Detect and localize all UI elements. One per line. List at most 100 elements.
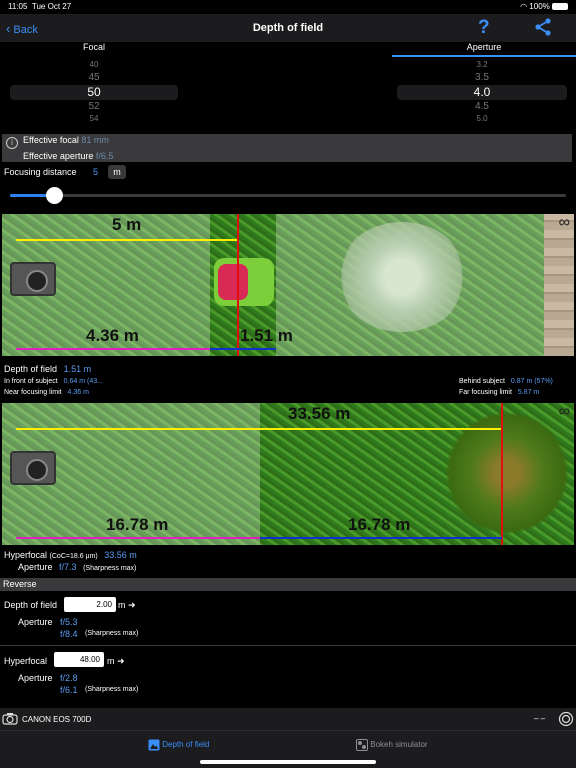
- aperture-label: Aperture: [18, 562, 53, 572]
- near-limit-line: [16, 537, 262, 539]
- focal-picker-row[interactable]: 45: [10, 72, 178, 83]
- status-battery: ◠ 100%: [520, 2, 568, 11]
- hyperfocal-summary: Hyperfocal (CoC=18.6 µm) 33.56 m: [4, 550, 137, 560]
- tab-bokeh-simulator[interactable]: Bokeh simulator: [356, 739, 428, 751]
- aperture-value: f/7.3: [59, 562, 77, 572]
- infinity-icon: ∞: [558, 403, 570, 420]
- reverse-hyperfocal-aperture-label: Aperture: [18, 673, 53, 683]
- reverse-dof-aperture-label: Aperture: [18, 617, 53, 627]
- tab-focal[interactable]: Focal: [0, 42, 188, 56]
- share-icon: [535, 18, 551, 36]
- far-limit: Far focusing limit 5.87 m: [459, 389, 539, 396]
- focusing-distance-value[interactable]: 5: [93, 167, 98, 177]
- landscape-icon: [148, 739, 160, 751]
- tab-depth-of-field[interactable]: Depth of field: [148, 739, 209, 751]
- reverse-hyperfocal-aperture-2: f/6.1: [60, 685, 78, 695]
- tree-image: [337, 222, 467, 332]
- dof-range-line: [260, 537, 502, 539]
- dof-value: 1.51 m: [63, 364, 92, 374]
- reverse-dof-sharpness: (Sharpness max): [85, 630, 139, 637]
- hyperfocal-distance-label: 33.56 m: [288, 404, 351, 423]
- near-limit-value: 4.36 m: [67, 389, 89, 396]
- reverse-hyperfocal-input[interactable]: 48.00: [54, 652, 104, 667]
- hyperfocal-aperture: Aperture f/7.3 (Sharpness max): [18, 562, 136, 572]
- navigation-bar: ‹ Back Depth of field ?: [0, 14, 576, 42]
- effective-focal-label: Effective focal: [23, 135, 79, 145]
- battery-icon: [552, 3, 568, 11]
- reverse-hyperfocal-sharpness: (Sharpness max): [85, 686, 139, 693]
- reverse-hyperfocal-aperture-1: f/2.8: [60, 673, 78, 683]
- front-label: In front of subject: [4, 378, 58, 385]
- front-value: 0.64 m (43...: [63, 378, 103, 385]
- reverse-dof-label: Depth of field: [4, 600, 58, 610]
- share-button[interactable]: [534, 18, 552, 41]
- near-limit: Near focusing limit 4.36 m: [4, 389, 89, 396]
- status-bar: 11:05 Tue Oct 27 ◠ 100%: [0, 0, 576, 14]
- wifi-icon: ◠: [520, 2, 528, 11]
- focusing-slider-thumb[interactable]: [46, 187, 64, 204]
- aperture-picker-selected[interactable]: 4.0: [397, 85, 567, 100]
- divider: [0, 645, 576, 646]
- hyperfocal-label: Hyperfocal: [4, 550, 48, 560]
- dof-label: Depth of field: [4, 364, 58, 374]
- near-limit-label: Near focusing limit: [4, 389, 62, 396]
- lens-icon[interactable]: [558, 711, 574, 727]
- distance-line: [16, 239, 238, 241]
- reverse-dof-aperture-2: f/8.4: [60, 629, 78, 639]
- wall-image: [544, 214, 574, 356]
- camera-bar[interactable]: CANON EOS 700D – –: [0, 708, 576, 730]
- focal-picker[interactable]: 40 45 50 52 54: [10, 58, 178, 124]
- effective-info-panel: i Effective focal 81 mm Effective apertu…: [2, 134, 572, 162]
- aperture-picker-row[interactable]: 5.0: [397, 114, 567, 123]
- near-distance-label: 4.36 m: [86, 326, 139, 345]
- reverse-dof-input[interactable]: 2.00: [64, 597, 116, 612]
- hyperfocal-line: [16, 428, 502, 430]
- focusing-distance-unit[interactable]: m: [108, 165, 126, 179]
- focal-picker-row[interactable]: 40: [10, 60, 178, 69]
- aperture-picker-row[interactable]: 4.5: [397, 101, 567, 112]
- bokeh-icon: [356, 739, 368, 751]
- question-icon: ?: [478, 17, 490, 38]
- hyperfocal-scene: ∞ 33.56 m 16.78 m 16.78 m: [2, 403, 574, 545]
- behind-subject: Behind subject 0.87 m (57%): [459, 378, 553, 385]
- aperture-picker-row[interactable]: 3.2: [397, 60, 567, 69]
- effective-focal-value: 81 mm: [81, 135, 109, 145]
- focal-picker-row[interactable]: 52: [10, 101, 178, 112]
- front-of-subject: In front of subject 0.64 m (43...: [4, 378, 103, 385]
- home-indicator: [200, 760, 376, 764]
- hyperfocal-value: 33.56 m: [104, 550, 137, 560]
- camera-name: CANON EOS 700D: [22, 715, 92, 724]
- behind-label: Behind subject: [459, 378, 505, 385]
- far-limit-value: 5.87 m: [517, 389, 540, 396]
- near-distance-label: 16.78 m: [106, 515, 169, 534]
- focusing-slider-track[interactable]: [10, 194, 566, 197]
- near-limit-line: [16, 348, 212, 350]
- sharpness-note: (Sharpness max): [83, 565, 137, 572]
- tab-aperture[interactable]: Aperture: [392, 42, 576, 57]
- camera-dashes: – –: [534, 714, 546, 723]
- reverse-hyperfocal-unit-button[interactable]: m ➜: [107, 656, 125, 667]
- camera-image: [10, 262, 56, 296]
- camera-icon: [2, 713, 18, 725]
- focus-plane-line: [237, 214, 239, 356]
- reverse-dof-aperture-1: f/5.3: [60, 617, 78, 627]
- aperture-picker[interactable]: 3.2 3.5 4.0 4.5 5.0: [397, 58, 567, 124]
- far-distance-label: 16.78 m: [348, 515, 411, 534]
- info-icon[interactable]: i: [6, 137, 18, 149]
- reverse-hyperfocal-label: Hyperfocal: [4, 656, 48, 666]
- dof-scene: ∞ 5 m 4.36 m 1.51 m: [2, 214, 574, 356]
- focal-picker-selected[interactable]: 50: [10, 85, 178, 100]
- subject-image: [214, 258, 274, 306]
- camera-image: [10, 451, 56, 485]
- palm-tree-image: [442, 413, 572, 533]
- aperture-picker-row[interactable]: 3.5: [397, 72, 567, 83]
- effective-aperture-value: f/6.5: [95, 151, 114, 161]
- far-limit-label: Far focusing limit: [459, 389, 512, 396]
- focusing-distance-label: Focusing distance: [4, 167, 77, 177]
- focal-picker-row[interactable]: 54: [10, 114, 178, 123]
- tab-dof-label: Depth of field: [162, 740, 210, 750]
- help-button[interactable]: ?: [478, 17, 490, 39]
- reverse-dof-unit-button[interactable]: m ➜: [118, 600, 136, 611]
- coc-label: (CoC=18.6 µm): [49, 553, 98, 560]
- reverse-section-header: Reverse: [0, 578, 576, 591]
